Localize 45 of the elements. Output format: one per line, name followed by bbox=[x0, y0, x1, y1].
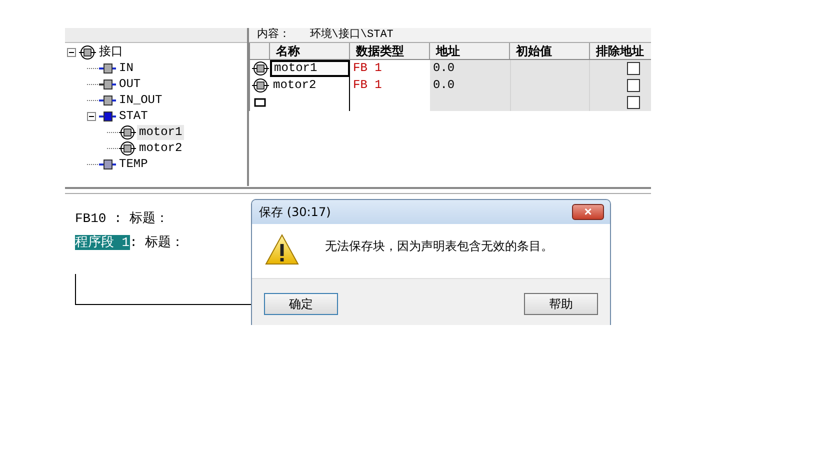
network-title: : 标题： bbox=[130, 235, 184, 250]
tree-item[interactable]: 接口 bbox=[97, 44, 125, 60]
parameter-icon bbox=[99, 62, 116, 74]
collapse-toggle[interactable] bbox=[87, 112, 96, 120]
tree-item[interactable]: IN_OUT bbox=[117, 92, 164, 108]
dialog-message: 无法保存块，因为声明表包含无效的条目。 bbox=[325, 238, 553, 255]
parameter-icon bbox=[99, 78, 116, 90]
checkbox[interactable] bbox=[627, 62, 640, 75]
tree-item[interactable]: STAT bbox=[117, 108, 150, 124]
tree-item[interactable]: motor2 bbox=[137, 140, 184, 156]
column-header[interactable]: 名称 bbox=[270, 43, 350, 59]
name-cell[interactable]: motor1 bbox=[270, 60, 350, 77]
network-label[interactable]: 程序段 1 bbox=[75, 235, 130, 250]
dialog-button[interactable]: 确定 bbox=[264, 293, 338, 315]
address-cell: 0.0 bbox=[430, 77, 510, 94]
structure-icon bbox=[252, 78, 268, 93]
header-cell bbox=[250, 43, 270, 59]
tree-item[interactable]: OUT bbox=[117, 76, 143, 92]
block-title: FB10 : 标题： bbox=[75, 211, 169, 226]
warning-icon bbox=[265, 234, 299, 265]
parameter-icon bbox=[99, 110, 116, 122]
checkbox[interactable] bbox=[627, 79, 640, 92]
column-header[interactable]: 数据类型 bbox=[350, 43, 430, 59]
tree-item[interactable]: motor1 bbox=[137, 124, 184, 140]
parameter-icon bbox=[99, 158, 116, 170]
column-header[interactable]: 排除地址 bbox=[590, 43, 651, 59]
new-row-icon bbox=[254, 98, 266, 107]
dialog-button[interactable]: 帮助 bbox=[524, 293, 598, 315]
column-header[interactable]: 地址 bbox=[430, 43, 510, 59]
path-label: 内容： 环境\接口\STAT bbox=[249, 28, 651, 43]
dialog-title: 保存 (30:17) bbox=[259, 204, 331, 220]
splitter[interactable] bbox=[65, 187, 651, 194]
checkbox[interactable] bbox=[627, 96, 640, 109]
tree-item[interactable]: TEMP bbox=[117, 156, 150, 172]
structure-icon bbox=[79, 44, 96, 60]
column-header[interactable]: 初始值 bbox=[510, 43, 590, 59]
type-cell-text: FB 1 bbox=[352, 77, 383, 94]
address-cell: 0.0 bbox=[430, 60, 510, 77]
structure-icon bbox=[119, 124, 136, 140]
tree-item[interactable]: IN bbox=[117, 60, 136, 76]
structure-icon bbox=[252, 61, 268, 76]
collapse-toggle[interactable] bbox=[67, 48, 76, 56]
type-cell-text: FB 1 bbox=[352, 60, 383, 77]
name-cell[interactable]: motor2 bbox=[270, 77, 350, 94]
structure-icon bbox=[119, 140, 136, 156]
